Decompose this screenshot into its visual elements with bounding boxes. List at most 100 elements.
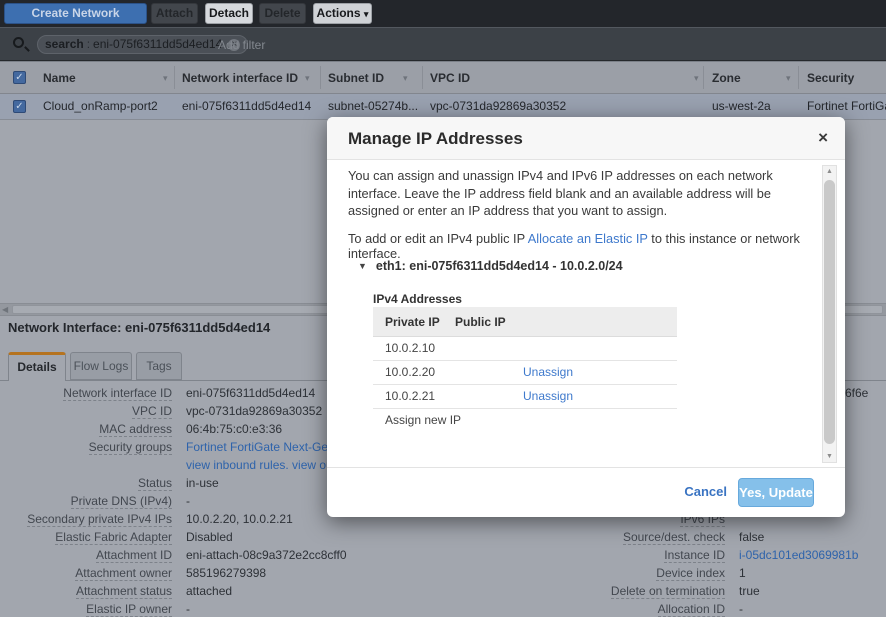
detail-label: Attachment owner — [75, 566, 172, 581]
detail-label: Attachment status — [76, 584, 172, 599]
ip-row: 10.0.2.21 Unassign — [373, 385, 677, 409]
sort-caret-icon[interactable]: ▾ — [163, 62, 168, 94]
manage-ip-addresses-modal: Manage IP Addresses × You can assign and… — [327, 117, 845, 517]
detail-value: 10.0.2.20, 10.0.2.21 — [186, 510, 293, 528]
eth1-expander[interactable]: ▼eth1: eni-075f6311dd5d4ed14 - 10.0.2.0/… — [358, 259, 623, 273]
unassign-link[interactable]: Unassign — [523, 385, 573, 408]
detail-row: Statusin-use — [0, 474, 219, 492]
detail-label: Elastic IP owner — [86, 602, 172, 617]
ip-row: 10.0.2.10 — [373, 337, 677, 361]
column-header-name[interactable]: Name — [43, 62, 76, 94]
filter-key: search — [45, 37, 84, 51]
scroll-down-icon[interactable]: ▼ — [823, 453, 836, 460]
column-header-interface-id[interactable]: Network interface ID — [182, 62, 298, 94]
column-divider — [798, 66, 799, 89]
row-checkbox[interactable]: ✓ — [13, 100, 26, 113]
tab-tags[interactable]: Tags — [136, 352, 182, 380]
close-icon[interactable]: × — [818, 128, 828, 148]
unassign-link[interactable]: Unassign — [523, 361, 573, 384]
detail-label: Security groups — [89, 440, 172, 455]
detail-row: VPC IDvpc-0731da92869a30352 — [0, 402, 322, 420]
instance-id-link[interactable]: i-05dc101ed3069981b — [739, 546, 858, 564]
scroll-up-icon[interactable]: ▲ — [823, 168, 836, 175]
filter-separator: : — [87, 37, 90, 51]
detail-row: Source/dest. checkfalse — [525, 528, 764, 546]
modal-vertical-scrollbar[interactable]: ▲ ▼ — [822, 165, 837, 463]
detail-row: Elastic IP owner- — [0, 600, 190, 617]
assign-new-ip-link[interactable]: Assign new IP — [385, 409, 461, 432]
select-all-checkbox[interactable]: ✓ — [13, 71, 26, 84]
detail-value: attached — [186, 582, 232, 600]
filter-value: eni-075f6311dd5d4ed14 — [93, 37, 222, 51]
detail-label: Status — [138, 476, 172, 491]
modal-title: Manage IP Addresses — [348, 117, 523, 160]
filter-bar: search:eni-075f6311dd5d4ed14× Add filter — [0, 27, 886, 61]
column-divider — [174, 66, 175, 89]
detail-row: Attachment status attached — [0, 582, 232, 600]
detail-row: MAC address06:4b:75:c0:e3:36 — [0, 420, 282, 438]
modal-intro-text: You can assign and unassign IPv4 and IPv… — [348, 167, 804, 220]
tab-details[interactable]: Details — [8, 352, 66, 381]
private-ip-value: 10.0.2.21 — [385, 385, 435, 408]
detail-label: Elastic Fabric Adapter — [55, 530, 172, 545]
detail-row: Attachment IDeni-attach-08c9a372e2cc8cff… — [0, 546, 347, 564]
detail-value: vpc-0731da92869a30352 — [186, 402, 322, 420]
assign-new-ip-row: Assign new IP — [373, 409, 677, 433]
actions-label: Actions — [317, 6, 361, 20]
detail-section-title: Network Interface: eni-075f6311dd5d4ed14 — [8, 320, 270, 335]
public-ip-column-header: Public IP — [455, 307, 506, 337]
delete-button: Delete — [259, 3, 306, 24]
cell-name: Cloud_onRamp-port2 — [43, 94, 158, 119]
modal-header: Manage IP Addresses × — [327, 117, 845, 160]
detail-label: Attachment ID — [96, 548, 172, 563]
detail-row: Secondary private IPv4 IPs10.0.2.20, 10.… — [0, 510, 293, 528]
detail-row: Delete on terminationtrue — [525, 582, 760, 600]
cell-subnet-id: subnet-05274b... — [328, 94, 418, 119]
column-header-vpc-id[interactable]: VPC ID — [430, 62, 470, 94]
add-filter-input[interactable]: Add filter — [218, 38, 265, 52]
scroll-left-icon[interactable]: ◀ — [2, 304, 8, 316]
sort-caret-icon[interactable]: ▾ — [403, 62, 408, 94]
detail-label: MAC address — [99, 422, 172, 437]
modal-elastic-ip-text: To add or edit an IPv4 public IP Allocat… — [348, 231, 804, 261]
modal-body: You can assign and unassign IPv4 and IPv… — [327, 161, 845, 467]
allocate-elastic-ip-link[interactable]: Allocate an Elastic IP — [528, 231, 648, 246]
column-header-subnet-id[interactable]: Subnet ID — [328, 62, 384, 94]
cell-interface-id: eni-075f6311dd5d4ed14 — [182, 94, 311, 119]
search-filter-chip[interactable]: search:eni-075f6311dd5d4ed14× — [37, 35, 248, 54]
detail-row: Security groupsFortinet FortiGate Next-G… — [0, 438, 358, 456]
sort-caret-icon[interactable]: ▾ — [786, 62, 791, 94]
detail-value: 585196279398 — [186, 564, 266, 582]
private-ip-value: 10.0.2.10 — [385, 337, 435, 360]
detail-label: Allocation ID — [658, 602, 725, 617]
sort-caret-icon[interactable]: ▾ — [694, 62, 699, 94]
detail-value: false — [739, 528, 764, 546]
cancel-button[interactable]: Cancel — [684, 484, 727, 499]
ipv4-addresses-table: Private IP Public IP 10.0.2.10 10.0.2.20… — [373, 307, 677, 433]
modal-footer: Cancel Yes, Update — [327, 467, 845, 517]
ip-table-header: Private IP Public IP — [373, 307, 677, 337]
ipv4-addresses-title: IPv4 Addresses — [373, 292, 462, 306]
detach-button[interactable]: Detach — [205, 3, 253, 24]
yes-update-button[interactable]: Yes, Update — [738, 478, 814, 507]
sort-caret-icon[interactable]: ▾ — [305, 62, 310, 94]
tab-flow-logs[interactable]: Flow Logs — [70, 352, 132, 380]
modal-scrollbar-thumb[interactable] — [824, 180, 835, 444]
column-divider — [320, 66, 321, 89]
detail-label: Instance ID — [664, 548, 725, 563]
cell-security-groups-link[interactable]: Fortinet FortiGate — [807, 94, 886, 119]
actions-dropdown-button[interactable]: Actions ▾ — [313, 3, 372, 24]
detail-row: Private DNS (IPv4)- — [0, 492, 190, 510]
clipped-subnet-id-fragment: 6f6e — [845, 384, 868, 402]
detail-value: - — [186, 600, 190, 617]
ip-row: 10.0.2.20 Unassign — [373, 361, 677, 385]
action-toolbar: Create Network Interface Attach Detach D… — [0, 0, 886, 27]
detail-row: Allocation ID- — [525, 600, 743, 617]
detail-row: Device index1 — [525, 564, 746, 582]
detail-row: view inbound rules. view outbou — [0, 456, 356, 474]
detail-label: Delete on termination — [611, 584, 725, 599]
column-header-zone[interactable]: Zone — [712, 62, 741, 94]
private-ip-column-header: Private IP — [385, 307, 440, 337]
create-network-interface-button[interactable]: Create Network Interface — [4, 3, 147, 24]
attach-button: Attach — [151, 3, 198, 24]
